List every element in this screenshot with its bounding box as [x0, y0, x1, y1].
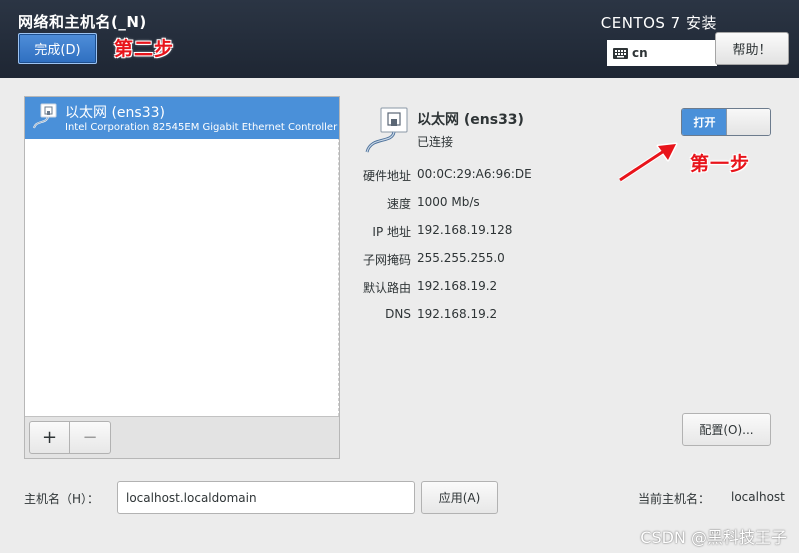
step2-annotation: 第二步 — [114, 38, 175, 60]
ethernet-icon — [33, 103, 57, 129]
toggle-on-label: 打开 — [682, 109, 727, 135]
page-title: 网络和主机名(_N) — [18, 13, 147, 31]
device-description: Intel Corporation 82545EM Gigabit Ethern… — [65, 122, 339, 133]
ethernet-detail-icon — [365, 107, 408, 153]
done-button[interactable]: 完成(D) — [18, 33, 97, 64]
dns-label: DNS — [385, 307, 411, 321]
dns-value: 192.168.19.2 — [417, 307, 498, 321]
hostname-input[interactable] — [117, 481, 415, 514]
keyboard-icon — [613, 47, 628, 59]
hostname-label: 主机名（H）： — [24, 492, 100, 506]
current-hostname-value: localhost — [731, 490, 785, 504]
connection-toggle[interactable]: 打开 — [681, 108, 771, 136]
install-title: CENTOS 7 安装 — [600, 14, 717, 32]
header-bar: 网络和主机名(_N) 完成(D) 第二步 CENTOS 7 安装 cn 帮助！ — [0, 0, 799, 78]
configure-button[interactable]: 配置(O)... — [682, 413, 771, 446]
add-device-button[interactable]: + — [29, 421, 70, 454]
remove-device-button[interactable]: − — [70, 421, 111, 454]
help-button[interactable]: 帮助！ — [715, 32, 789, 65]
current-hostname-label: 当前主机名： — [638, 492, 711, 506]
device-item-ens33[interactable]: 以太网 (ens33) Intel Corporation 82545EM Gi… — [25, 97, 339, 139]
device-list: 以太网 (ens33) Intel Corporation 82545EM Gi… — [25, 97, 339, 416]
speed-value: 1000 Mb/s — [417, 195, 480, 209]
step1-annotation: 第一步 — [690, 153, 751, 175]
apply-button[interactable]: 应用(A) — [421, 481, 498, 514]
device-list-toolbar: + − — [25, 416, 339, 458]
ip-address-value: 192.168.19.128 — [417, 223, 513, 237]
device-list-panel: 以太网 (ens33) Intel Corporation 82545EM Gi… — [24, 96, 340, 459]
keyboard-layout-label: cn — [632, 46, 648, 60]
ip-address-label: IP 地址 — [372, 225, 411, 239]
default-route-value: 192.168.19.2 — [417, 279, 498, 293]
toggle-knob[interactable] — [726, 109, 770, 135]
device-name: 以太网 (ens33) — [65, 105, 165, 121]
subnet-mask-value: 255.255.255.0 — [417, 251, 505, 265]
annotation-arrow-icon — [618, 142, 678, 183]
keyboard-layout-indicator[interactable]: cn — [607, 40, 717, 66]
watermark: CSDN @黑科技王子 — [640, 528, 787, 547]
default-route-label: 默认路由 — [362, 281, 411, 295]
device-detail-name: 以太网 (ens33) — [417, 112, 524, 128]
hardware-address-label: 硬件地址 — [362, 169, 411, 183]
hardware-address-value: 00:0C:29:A6:96:DE — [417, 167, 532, 181]
subnet-mask-label: 子网掩码 — [362, 253, 411, 267]
speed-label: 速度 — [386, 197, 411, 211]
connection-status: 已连接 — [417, 135, 454, 149]
